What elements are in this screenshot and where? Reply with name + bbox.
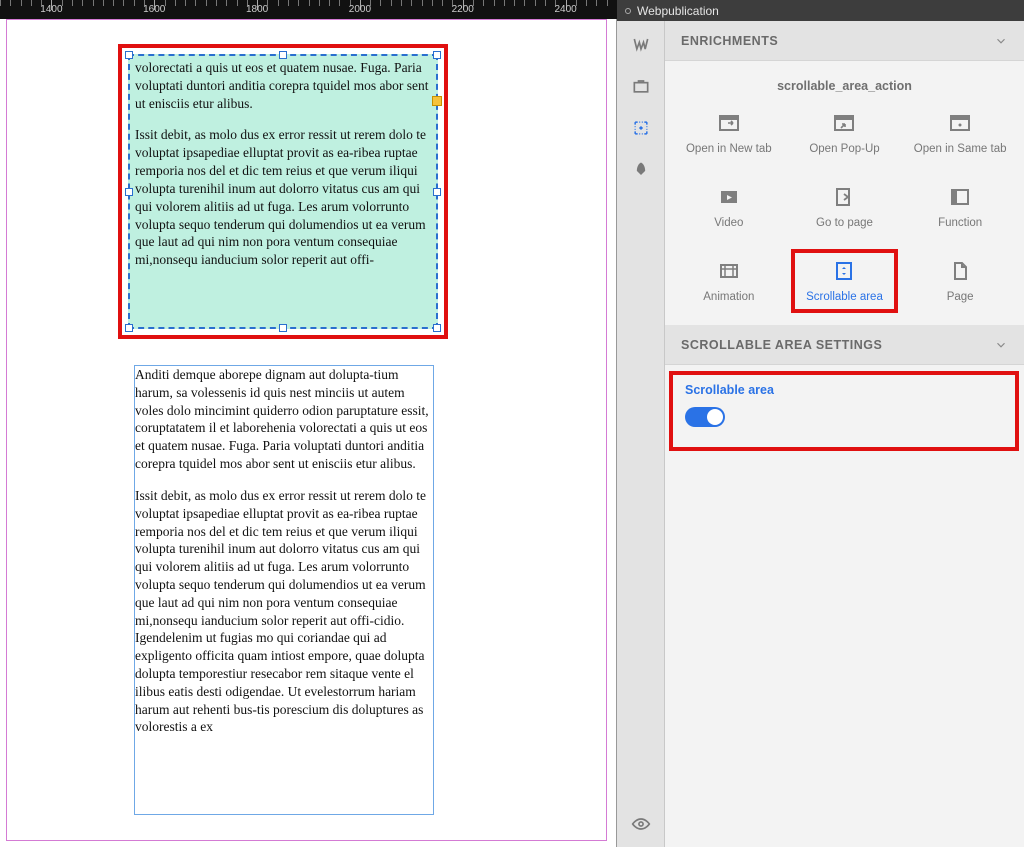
settings-accordion-head[interactable]: SCROLLABLE AREA SETTINGS	[665, 325, 1024, 365]
enrichment-label: Go to page	[816, 217, 873, 229]
ruler-mark: 2400	[554, 4, 576, 15]
frame1-paragraph-1: volorectati a quis ut eos et quatem nusa…	[135, 59, 431, 112]
resize-handle-nw[interactable]	[125, 51, 133, 59]
enrichment-video[interactable]: Video	[671, 181, 787, 233]
enrichments-heading: ENRICHMENTS	[681, 34, 778, 48]
function-icon	[948, 185, 972, 209]
settings-body: Scrollable area	[665, 365, 1024, 847]
panel-tool-rail	[617, 21, 665, 847]
frame2-paragraph-2: Issit debit, as molo dus ex error ressit…	[135, 487, 433, 736]
horizontal-ruler[interactable]: 1400 1600 1800 2000 2200 2400	[0, 0, 617, 19]
rail-icon-briefcase[interactable]	[630, 75, 652, 97]
scrollable-area-toggle[interactable]	[685, 407, 725, 427]
enrichment-sametab[interactable]: Open in Same tab	[902, 107, 1018, 159]
ruler-mark: 1800	[246, 4, 268, 15]
panel-title: Webpublication	[637, 4, 719, 18]
enrichment-grid: Open in New tab Open Pop-Up Open in Same t…	[665, 107, 1024, 307]
enrichments-body: scrollable_area_action Open in New tabOp…	[665, 61, 1024, 325]
document-canvas[interactable]: volorectati a quis ut eos et quatem nusa…	[0, 19, 617, 847]
enrichment-label: Function	[938, 217, 982, 229]
enrichment-label: Page	[947, 291, 974, 303]
frame1-paragraph-2: Issit debit, as molo dus ex error ressit…	[135, 126, 431, 269]
enrichment-page[interactable]: Page	[902, 255, 1018, 307]
page-icon	[948, 259, 972, 283]
enrichment-label: Open Pop-Up	[809, 143, 879, 155]
enrichment-gotopage[interactable]: Go to page	[787, 181, 903, 233]
enrichment-popup[interactable]: Open Pop-Up	[787, 107, 903, 159]
animation-icon	[717, 259, 741, 283]
text-frame-2[interactable]: Anditi demque aborepe dignam aut dolupta…	[134, 365, 434, 815]
enrichment-action-subhead: scrollable_area_action	[665, 79, 1024, 93]
chevron-down-icon	[994, 338, 1008, 352]
rail-icon-home[interactable]	[630, 33, 652, 55]
enrichment-label: Video	[714, 217, 743, 229]
enrichment-newtab[interactable]: Open in New tab	[671, 107, 787, 159]
settings-heading: SCROLLABLE AREA SETTINGS	[681, 338, 882, 352]
document-canvas-column: 1400 1600 1800 2000 2200 2400 volorectati a q…	[0, 0, 617, 847]
ruler-mark: 2000	[349, 4, 371, 15]
ruler-mark: 1600	[143, 4, 165, 15]
resize-handle-se[interactable]	[433, 324, 441, 332]
frame2-paragraph-1: Anditi demque aborepe dignam aut dolupta…	[135, 366, 433, 473]
video-icon	[717, 185, 741, 209]
enrichment-animation[interactable]: Animation	[671, 255, 787, 307]
ruler-mark: 1400	[40, 4, 62, 15]
sametab-icon	[948, 111, 972, 135]
resize-handle-ne[interactable]	[433, 51, 441, 59]
enrichment-label: Open in Same tab	[914, 143, 1007, 155]
panel-grip-icon	[625, 8, 631, 14]
rail-icon-preview-eye[interactable]	[630, 813, 652, 835]
content-indicator-icon[interactable]	[432, 96, 442, 106]
popup-icon	[832, 111, 856, 135]
chevron-down-icon	[994, 34, 1008, 48]
enrichment-function[interactable]: Function	[902, 181, 1018, 233]
rail-icon-add-enrichment[interactable]	[630, 117, 652, 139]
enrichment-label: Open in New tab	[686, 143, 772, 155]
enrichment-scrollable[interactable]: Scrollable area	[787, 255, 903, 307]
enrichment-label: Animation	[703, 291, 754, 303]
webpublication-panel: Webpublication ENRICHMENTS scrollable_ar…	[617, 0, 1024, 847]
toggle-knob	[707, 409, 723, 425]
panel-body: ENRICHMENTS scrollable_area_action Open …	[665, 21, 1024, 847]
resize-handle-s[interactable]	[279, 324, 287, 332]
rail-icon-rocket[interactable]	[630, 159, 652, 181]
gotopage-icon	[832, 185, 856, 209]
resize-handle-w[interactable]	[125, 188, 133, 196]
ruler-mark: 2200	[452, 4, 474, 15]
resize-handle-e[interactable]	[433, 188, 441, 196]
newtab-icon	[717, 111, 741, 135]
annotation-highlight-scrollable	[791, 249, 899, 313]
resize-handle-n[interactable]	[279, 51, 287, 59]
enrichments-accordion-head[interactable]: ENRICHMENTS	[665, 21, 1024, 61]
resize-handle-sw[interactable]	[125, 324, 133, 332]
text-frame-1[interactable]: volorectati a quis ut eos et quatem nusa…	[135, 59, 431, 324]
panel-titlebar[interactable]: Webpublication	[617, 0, 1024, 21]
